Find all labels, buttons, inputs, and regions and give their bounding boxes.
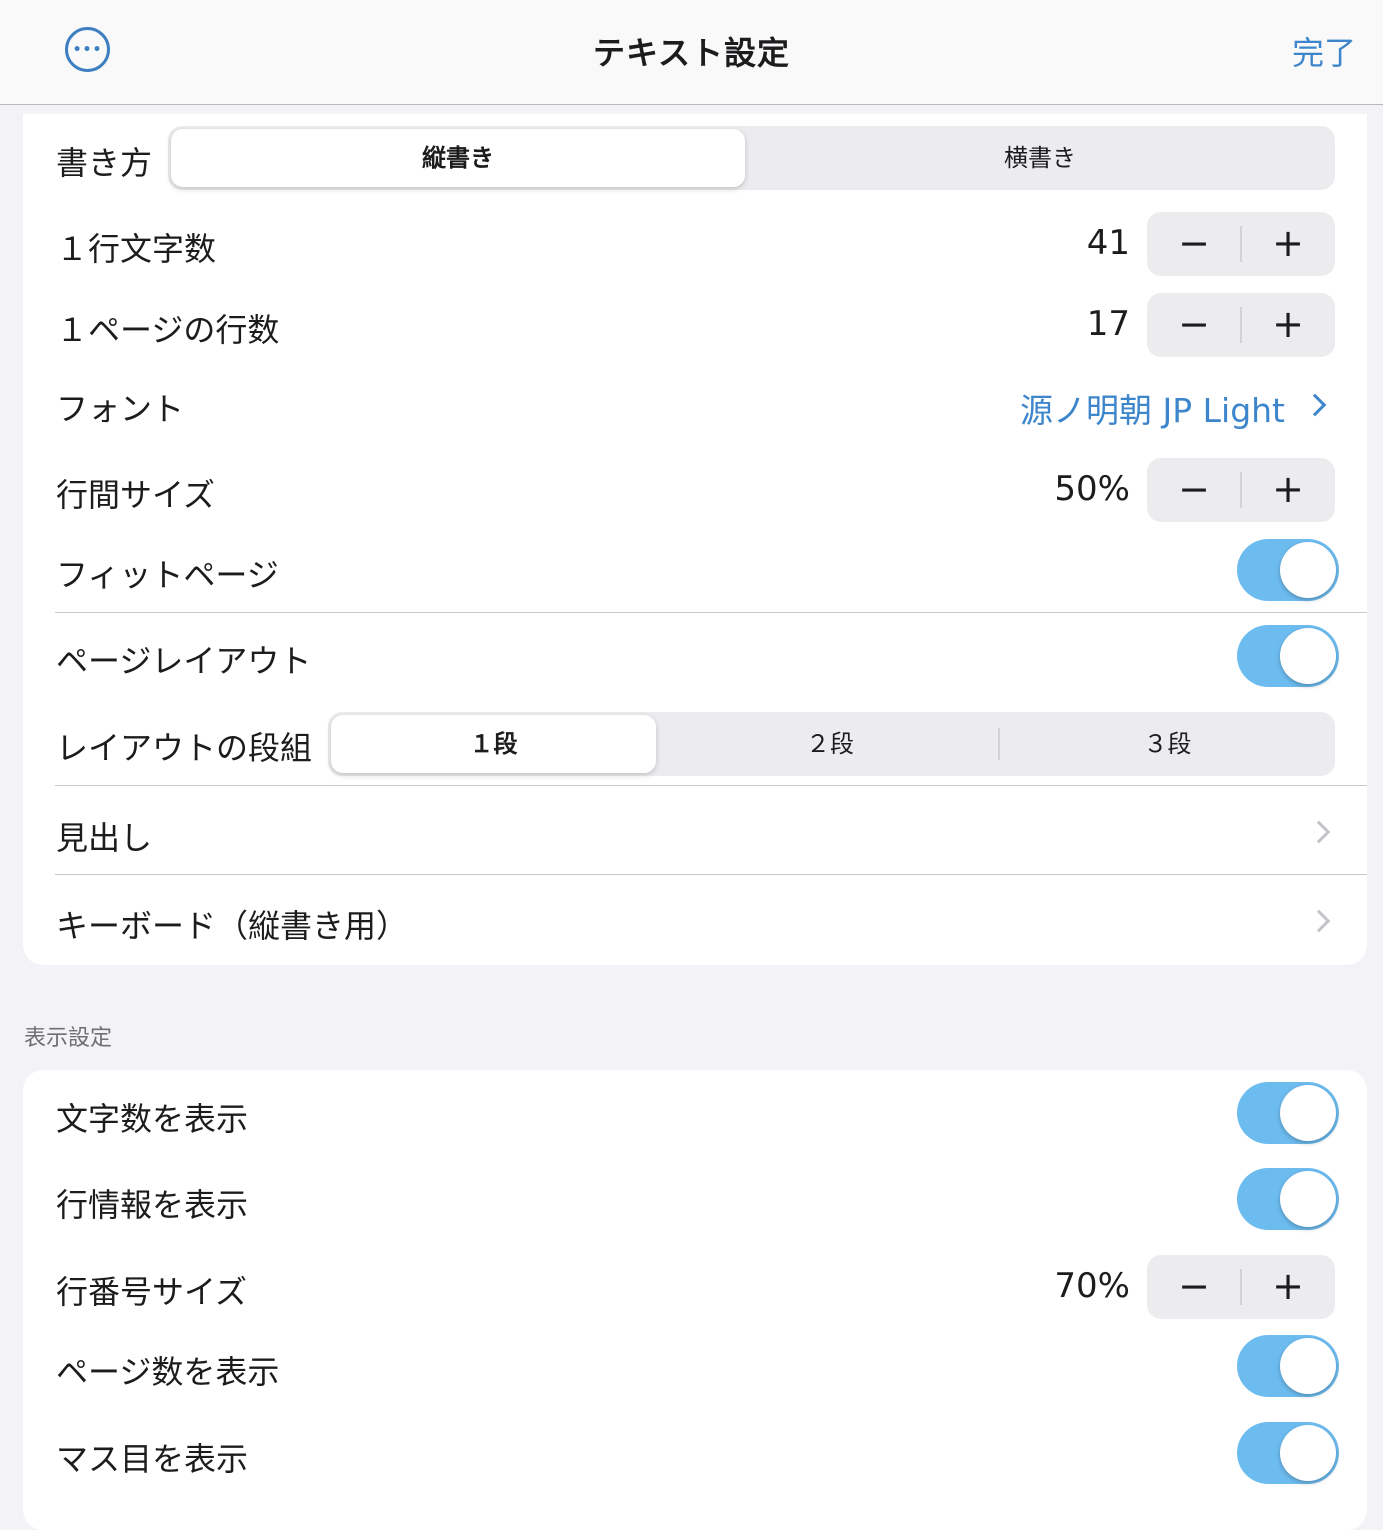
lines-per-page-label: １ページの行数	[56, 311, 280, 349]
show-page-count-toggle[interactable]	[1237, 1335, 1339, 1397]
page-layout-toggle[interactable]	[1237, 625, 1339, 687]
segment-three-columns[interactable]: ３段	[1000, 712, 1335, 776]
line-number-size-label: 行番号サイズ	[56, 1273, 248, 1311]
show-line-info-row: 行情報を表示	[23, 1168, 1367, 1232]
show-line-info-label: 行情報を表示	[56, 1186, 249, 1224]
lines-per-page-row: １ページの行数 17 − +	[23, 293, 1367, 357]
separator	[55, 785, 1367, 786]
decrement-button[interactable]: −	[1147, 458, 1241, 522]
page-title: テキスト設定	[592, 34, 791, 72]
toggle-knob	[1280, 628, 1336, 684]
line-spacing-value: 50%	[1054, 469, 1130, 509]
increment-button[interactable]: +	[1241, 212, 1335, 276]
show-char-count-label: 文字数を表示	[56, 1100, 249, 1138]
segment-horizontal[interactable]: 横書き	[748, 126, 1332, 190]
chars-per-line-value: 41	[1086, 223, 1130, 263]
page-layout-label: ページレイアウト	[56, 642, 312, 680]
keyboard-label: キーボード（縦書き用）	[56, 907, 409, 945]
display-settings-group: 文字数を表示 行情報を表示 行番号サイズ 70% − + ページ数を表示 マス目…	[23, 1070, 1367, 1530]
font-row[interactable]: フォント 源ノ明朝 JP Light	[23, 372, 1367, 436]
chars-per-line-stepper: − +	[1147, 212, 1335, 276]
chevron-right-icon	[1303, 393, 1327, 417]
show-grid-toggle[interactable]	[1237, 1422, 1339, 1484]
chevron-right-icon	[1307, 909, 1331, 933]
line-spacing-stepper: − +	[1147, 458, 1335, 522]
headings-row[interactable]: 見出し	[23, 792, 1367, 874]
segment-two-columns[interactable]: ２段	[662, 712, 998, 776]
toggle-knob	[1280, 1085, 1336, 1141]
separator	[55, 612, 1367, 613]
increment-button[interactable]: +	[1241, 458, 1335, 522]
show-char-count-toggle[interactable]	[1237, 1082, 1339, 1144]
chevron-right-icon	[1307, 820, 1331, 844]
line-number-size-value: 70%	[1054, 1266, 1130, 1306]
chars-per-line-label: １行文字数	[56, 230, 217, 268]
writing-direction-segmented-control: 縦書き 横書き	[168, 126, 1335, 190]
fit-page-row: フィットページ	[23, 538, 1367, 602]
line-spacing-row: 行間サイズ 50% − +	[23, 458, 1367, 522]
headings-label: 見出し	[56, 819, 153, 857]
segment-vertical[interactable]: 縦書き	[171, 129, 745, 187]
line-number-size-row: 行番号サイズ 70% − +	[23, 1255, 1367, 1319]
done-button[interactable]: 完了	[1292, 28, 1356, 74]
chars-per-line-row: １行文字数 41 − +	[23, 212, 1367, 276]
writing-direction-row: 書き方 縦書き 横書き	[23, 124, 1367, 192]
lines-per-page-value: 17	[1086, 304, 1130, 344]
layout-columns-segmented-control: １段 ２段 ３段	[328, 712, 1335, 776]
increment-button[interactable]: +	[1241, 293, 1335, 357]
increment-button[interactable]: +	[1241, 1255, 1335, 1319]
separator	[55, 874, 1367, 875]
font-label: フォント	[56, 390, 185, 428]
display-settings-header: 表示設定	[24, 1026, 113, 1051]
decrement-button[interactable]: −	[1147, 212, 1241, 276]
show-char-count-row: 文字数を表示	[23, 1082, 1367, 1146]
page-layout-row: ページレイアウト	[23, 624, 1367, 688]
show-page-count-row: ページ数を表示	[23, 1335, 1367, 1399]
show-grid-row: マス目を表示	[23, 1422, 1367, 1486]
layout-columns-row: レイアウトの段組 １段 ２段 ３段	[23, 710, 1367, 776]
show-line-info-toggle[interactable]	[1237, 1168, 1339, 1230]
toggle-knob	[1280, 1171, 1336, 1227]
line-spacing-label: 行間サイズ	[56, 476, 216, 514]
toggle-knob	[1280, 1338, 1336, 1394]
line-number-size-stepper: − +	[1147, 1255, 1335, 1319]
lines-per-page-stepper: − +	[1147, 293, 1335, 357]
navigation-bar: ••• テキスト設定 完了	[0, 0, 1383, 105]
decrement-button[interactable]: −	[1147, 293, 1241, 357]
toggle-knob	[1280, 1425, 1336, 1481]
fit-page-label: フィットページ	[56, 556, 279, 594]
show-page-count-label: ページ数を表示	[56, 1353, 280, 1391]
layout-columns-label: レイアウトの段組	[56, 729, 313, 767]
writing-direction-label: 書き方	[56, 144, 153, 182]
decrement-button[interactable]: −	[1147, 1255, 1241, 1319]
toggle-knob	[1280, 542, 1336, 598]
keyboard-row[interactable]: キーボード（縦書き用）	[23, 880, 1367, 962]
fit-page-toggle[interactable]	[1237, 539, 1339, 601]
font-value[interactable]: 源ノ明朝 JP Light	[1020, 384, 1285, 432]
segment-one-column[interactable]: １段	[331, 715, 656, 773]
text-settings-group: 書き方 縦書き 横書き １行文字数 41 − + １ページの行数 17 − + …	[23, 114, 1367, 965]
show-grid-label: マス目を表示	[56, 1440, 249, 1478]
